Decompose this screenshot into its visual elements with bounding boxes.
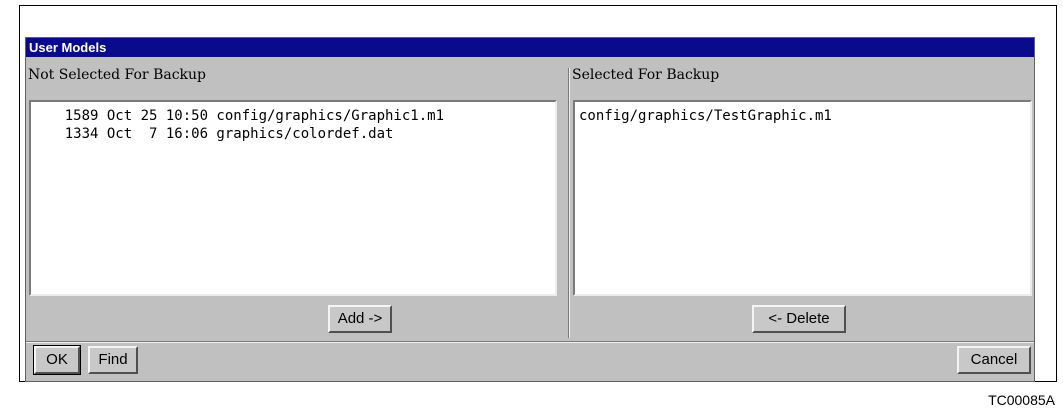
find-button[interactable]: Find xyxy=(88,346,138,374)
selected-label: Selected For Backup xyxy=(572,67,720,83)
delete-button[interactable]: <- Delete xyxy=(752,305,846,333)
pane-divider xyxy=(568,68,570,338)
ok-button[interactable]: OK xyxy=(33,345,81,375)
user-models-dialog: User Models Not Selected For Backup Sele… xyxy=(25,37,1035,382)
list-item[interactable]: config/graphics/TestGraphic.m1 xyxy=(579,107,1030,125)
figure-code: TC00085A xyxy=(988,392,1055,408)
list-item[interactable]: 1589 Oct 25 10:50 config/graphics/Graphi… xyxy=(31,107,555,125)
footer-divider xyxy=(26,341,1034,343)
list-item[interactable]: 1334 Oct 7 16:06 graphics/colordef.dat xyxy=(31,125,555,143)
not-selected-list[interactable]: 1589 Oct 25 10:50 config/graphics/Graphi… xyxy=(29,100,557,296)
title-bar: User Models xyxy=(26,38,1034,57)
selected-list[interactable]: config/graphics/TestGraphic.m1 xyxy=(573,100,1032,296)
cancel-button[interactable]: Cancel xyxy=(957,346,1031,374)
add-button[interactable]: Add -> xyxy=(328,305,392,333)
not-selected-label: Not Selected For Backup xyxy=(28,67,207,83)
